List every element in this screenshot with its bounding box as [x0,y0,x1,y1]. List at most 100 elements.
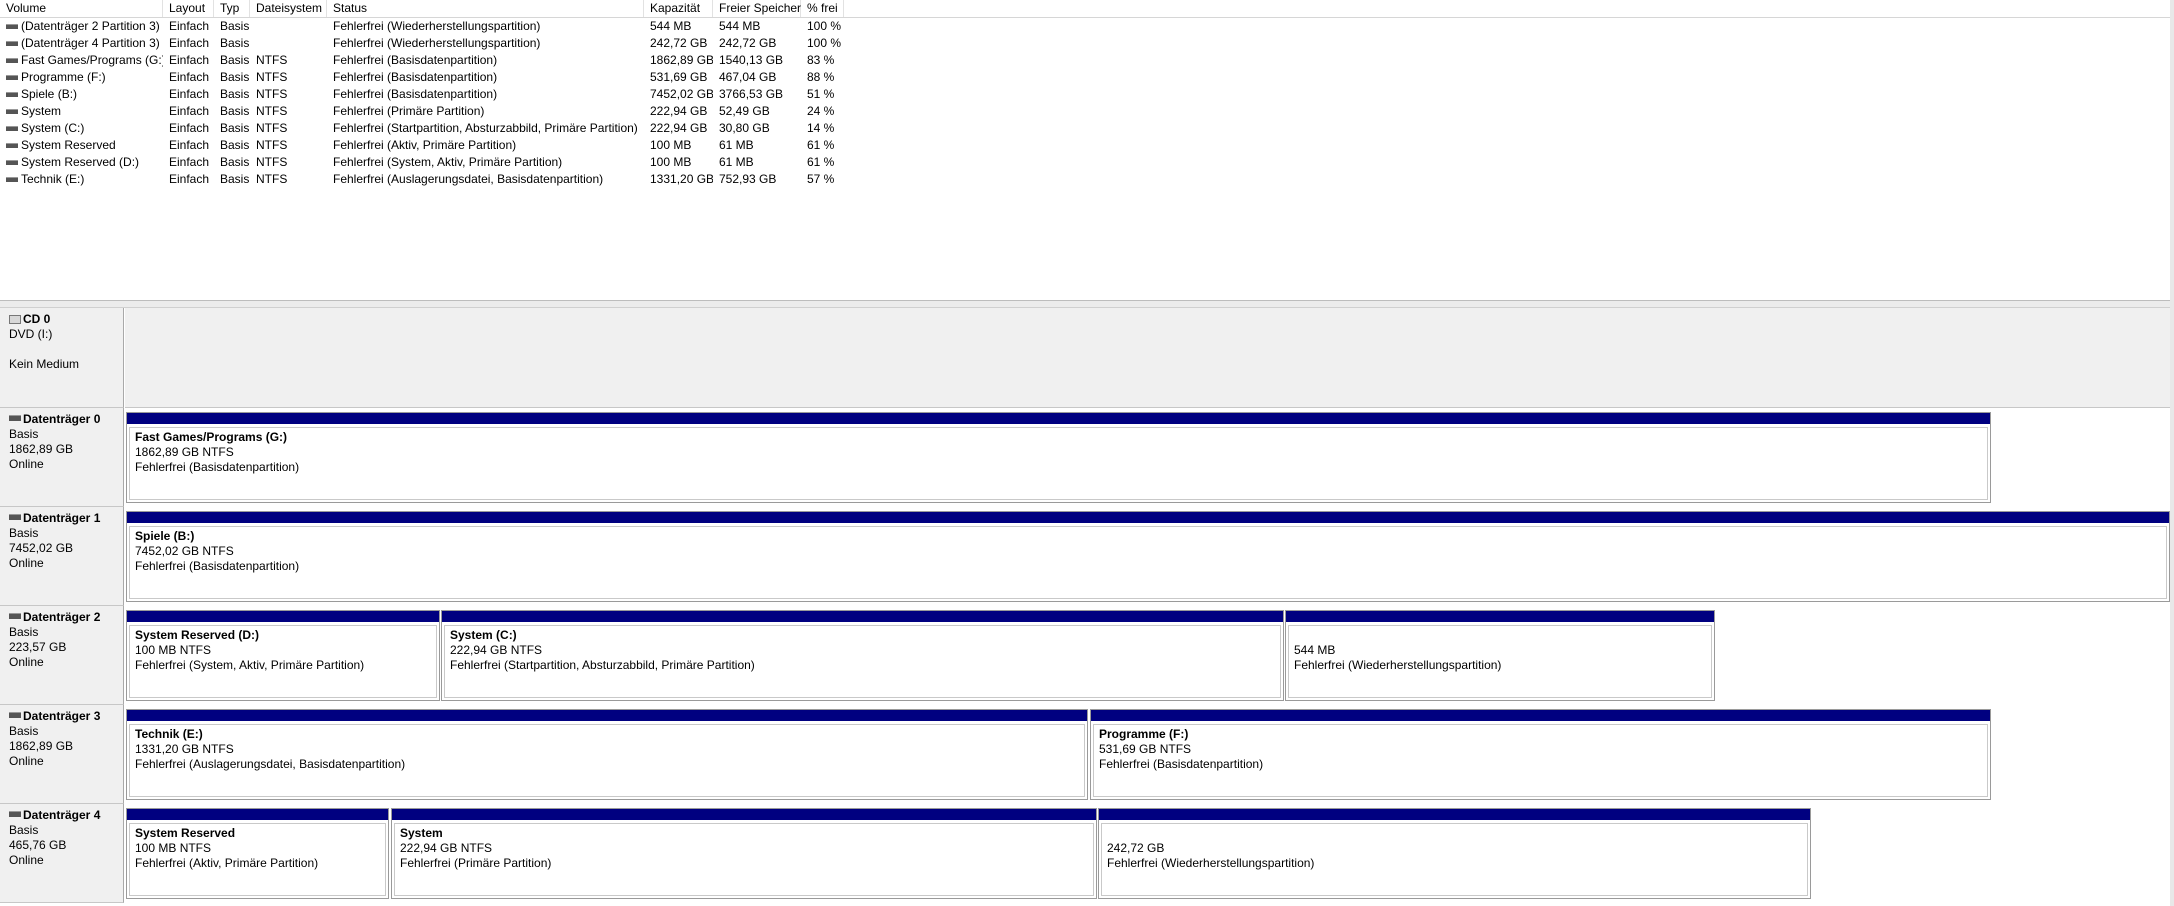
disk-drive-letter: DVD (I:) [9,327,53,341]
column-header-status[interactable]: Status [327,0,644,17]
table-row[interactable]: Technik (E:) Einfach Basis NTFS Fehlerfrei (… [0,171,2170,188]
table-row[interactable]: System Reserved (D:) Einfach Basis NTFS Fehl… [0,154,2170,171]
disk-type: Basis [9,625,39,639]
volume-status: Fehlerfrei (Basisdatenpartition) [333,70,498,84]
column-header-type[interactable]: Typ [214,0,250,17]
volume-list-header: Volume Layout Typ Dateisystem Status Kap… [0,0,2170,18]
partition-block[interactable]: Spiele (B:) 7452,02 GB NTFS Fehlerfrei (Ba… [126,511,2170,602]
partition-name: System (C:) [450,628,517,642]
volume-capacity: 222,94 GB [650,121,708,135]
volume-capacity: 100 MB [650,138,692,152]
disk-type: Basis [9,724,39,738]
table-row[interactable]: (Datenträger 4 Partition 3) Einfach Basis F… [0,35,2170,52]
disk-label-2[interactable]: Datenträger 2 Basis 223,57 GB Online [0,606,124,705]
volume-list[interactable]: Volume Layout Typ Dateisystem Status Kap… [0,0,2170,301]
vertical-scrollbar[interactable] [2170,0,2174,906]
volume-free-space: 30,80 GB [719,121,770,135]
partition-size: 1331,20 GB NTFS [135,742,234,756]
volume-type: Basis [220,104,250,118]
partition-header-bar [127,710,1087,721]
volume-status: Fehlerfrei (Primäre Partition) [333,104,485,118]
column-header-layout[interactable]: Layout [163,0,214,17]
pane-splitter[interactable] [0,300,2174,308]
hard-disk-icon [9,712,21,718]
partition-status: Fehlerfrei (Aktiv, Primäre Partition) [135,856,319,870]
partition-block[interactable]: 242,72 GB Fehlerfrei (Wiederherstellungsp… [1098,808,1811,899]
volume-layout: Einfach [169,19,210,33]
partition-block[interactable]: Programme (F:) 531,69 GB NTFS Fehlerfrei (… [1090,709,1991,800]
volume-type: Basis [220,172,250,186]
cd-empty-area [125,308,2170,408]
column-header-capacity[interactable]: Kapazität [644,0,713,17]
partition-block[interactable]: System 222,94 GB NTFS Fehlerfrei (Primäre … [391,808,1097,899]
disk-row-4: Datenträger 4 Basis 465,76 GB Online System … [0,804,2170,903]
partition-size: 242,72 GB [1107,841,1165,855]
partition-status: Fehlerfrei (Basisdatenpartition) [135,460,300,474]
volume-status: Fehlerfrei (Wiederherstellungspartition) [333,36,541,50]
volume-free-space: 467,04 GB [719,70,777,84]
disk-label-0[interactable]: Datenträger 0 Basis 1862,89 GB Online [0,408,124,507]
partition-body: Fast Games/Programs (G:) 1862,89 GB NTFS F… [129,427,1988,500]
volume-name: (Datenträger 4 Partition 3) [21,36,160,50]
table-row[interactable]: Fast Games/Programs (G:) Einfach Basis NTFS… [0,52,2170,69]
hard-disk-icon [9,613,21,619]
disk-label-cd0[interactable]: CD 0 DVD (I:) Kein Medium [0,308,124,408]
volume-name: Programme (F:) [21,70,106,84]
disk-label-1[interactable]: Datenträger 1 Basis 7452,02 GB Online [0,507,124,606]
volume-percent-free: 14 % [807,121,835,135]
column-header-free-space[interactable]: Freier Speicher [713,0,801,17]
volume-percent-free: 24 % [807,104,835,118]
disk-label-4[interactable]: Datenträger 4 Basis 465,76 GB Online [0,804,124,903]
volume-type: Basis [220,53,250,67]
volume-status: Fehlerfrei (Aktiv, Primäre Partition) [333,138,517,152]
volume-filesystem: NTFS [256,121,288,135]
column-header-volume[interactable]: Volume [0,0,163,17]
partition-body: System 222,94 GB NTFS Fehlerfrei (Primäre … [394,823,1094,896]
volume-layout: Einfach [169,121,210,135]
volume-status: Fehlerfrei (Basisdatenpartition) [333,53,498,67]
table-row[interactable]: Spiele (B:) Einfach Basis NTFS Fehlerfrei (B… [0,86,2170,103]
volume-layout: Einfach [169,53,210,67]
partition-header-bar [1286,611,1714,622]
column-header-percent-free[interactable]: % frei [801,0,844,17]
volume-status: Fehlerfrei (Wiederherstellungspartition) [333,19,541,33]
partition-block[interactable]: System (C:) 222,94 GB NTFS Fehlerfrei (Sta… [441,610,1284,701]
volume-type: Basis [220,70,250,84]
volume-name: Spiele (B:) [21,87,78,101]
partition-size: 100 MB NTFS [135,841,212,855]
partition-header-bar [442,611,1283,622]
volume-capacity: 1331,20 GB [650,172,713,186]
volume-layout: Einfach [169,36,210,50]
disk-name: Datenträger 3 [23,709,101,723]
table-row[interactable]: System Reserved Einfach Basis NTFS Fehlerfre… [0,137,2170,154]
volume-free-space: 752,93 GB [719,172,777,186]
table-row[interactable]: System (C:) Einfach Basis NTFS Fehlerfrei (S… [0,120,2170,137]
volume-capacity: 7452,02 GB [650,87,713,101]
disk-state: Online [9,457,44,471]
partition-name: System Reserved [135,826,236,840]
partition-size: 222,94 GB NTFS [450,643,543,657]
partition-block[interactable]: Fast Games/Programs (G:) 1862,89 GB NTFS F… [126,412,1991,503]
table-row[interactable]: Programme (F:) Einfach Basis NTFS Fehlerfrei… [0,69,2170,86]
disk-size: 1862,89 GB [9,442,74,456]
table-row[interactable]: System Einfach Basis NTFS Fehlerfrei (Primär… [0,103,2170,120]
partition-block[interactable]: Technik (E:) 1331,20 GB NTFS Fehlerfrei (A… [126,709,1088,800]
partition-block[interactable]: System Reserved 100 MB NTFS Fehlerfrei (Ak… [126,808,389,899]
partition-body: 544 MB Fehlerfrei (Wiederherstellungspart… [1288,625,1712,698]
partition-block[interactable]: 544 MB Fehlerfrei (Wiederherstellungspart… [1285,610,1715,701]
disk-label-3[interactable]: Datenträger 3 Basis 1862,89 GB Online [0,705,124,804]
volume-filesystem: NTFS [256,53,288,67]
column-header-filesystem[interactable]: Dateisystem [250,0,327,17]
volume-name: System (C:) [21,121,85,135]
partition-body: 242,72 GB Fehlerfrei (Wiederherstellungsp… [1101,823,1808,896]
partition-size: 531,69 GB NTFS [1099,742,1192,756]
partition-header-bar [1099,809,1810,820]
partition-block[interactable]: System Reserved (D:) 100 MB NTFS Fehlerfre… [126,610,440,701]
disk-state: Online [9,556,44,570]
table-row[interactable]: (Datenträger 2 Partition 3) Einfach Basis F… [0,18,2170,35]
partition-size: 7452,02 GB NTFS [135,544,234,558]
partition-name [1294,628,1711,643]
volume-filesystem: NTFS [256,104,288,118]
partition-status: Fehlerfrei (Basisdatenpartition) [1099,757,1264,771]
volume-rows: (Datenträger 2 Partition 3) Einfach Basis F… [0,18,2170,188]
